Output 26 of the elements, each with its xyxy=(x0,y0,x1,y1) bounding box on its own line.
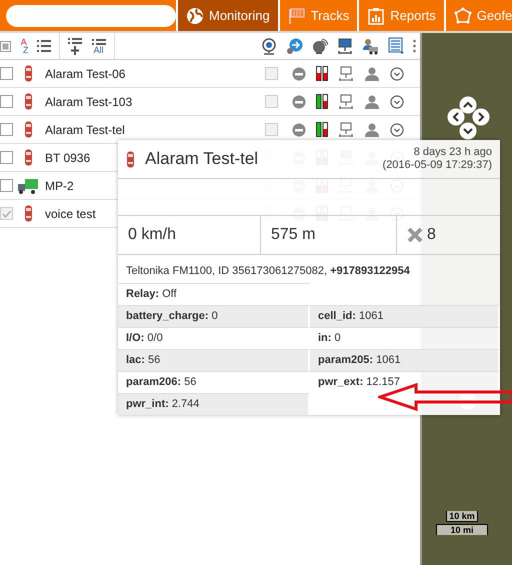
param-field: cell_id: 1061 xyxy=(310,305,500,327)
timestamp: (2016-05-09 17:29:37) xyxy=(382,159,492,172)
param-field: pwr_ext: 12.157 xyxy=(310,371,500,393)
object-row[interactable]: Alaram Test-103 xyxy=(0,88,420,116)
object-name: voice test xyxy=(45,206,96,220)
popup-title: Alaram Test-tel xyxy=(145,149,260,169)
satellite-count: 8 xyxy=(427,226,436,244)
time-ago: 8 days 23 h ago xyxy=(412,146,492,159)
object-row[interactable]: Alaram Test-06 xyxy=(0,60,420,88)
speed-value: 0 km/h xyxy=(118,216,261,254)
scale-label: 10 km xyxy=(446,511,478,522)
param-field: battery_charge: 0 xyxy=(118,305,310,327)
sort-button[interactable]: A Z xyxy=(19,38,28,54)
object-name: Alaram Test-103 xyxy=(45,94,132,108)
object-name: Alaram Test-06 xyxy=(45,66,126,80)
nav-tab[interactable]: Monitoring xyxy=(178,0,280,31)
show-all-button[interactable]: All xyxy=(92,38,106,54)
device-info: Teltonika FM1100, ID 356173061275082, +917893122954 xyxy=(125,264,411,279)
param-field: param205: 1061 xyxy=(310,349,500,371)
scale-label: 10 mi xyxy=(436,524,488,535)
object-name: BT 0936 xyxy=(45,150,90,164)
object-name: MP-2 xyxy=(45,178,74,192)
altitude-value: 575 m xyxy=(261,216,397,254)
param-field: lac: 56 xyxy=(118,349,310,371)
object-name: Alaram Test-tel xyxy=(45,122,125,136)
param-field: pwr_int: 2.744 xyxy=(118,393,310,415)
